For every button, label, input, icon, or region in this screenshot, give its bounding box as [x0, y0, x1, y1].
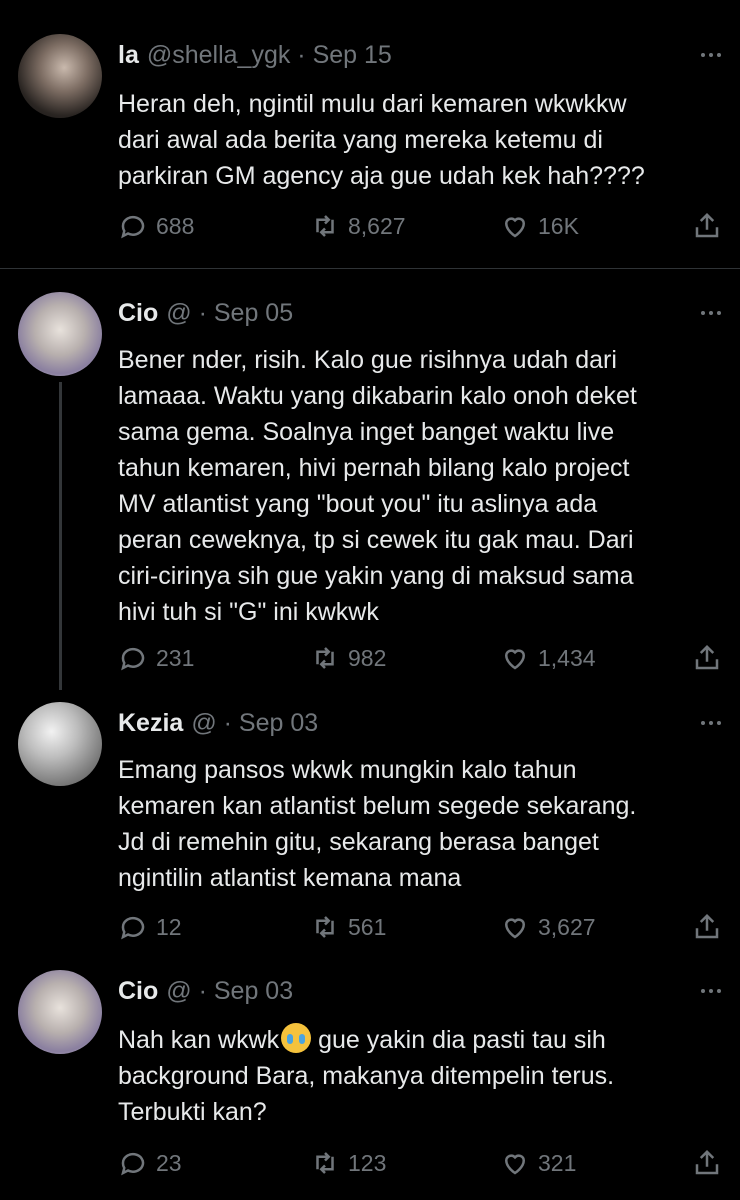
tweet-text: Emang pansos wkwk mungkin kalo tahun kem…	[118, 756, 637, 892]
like-count: 3,627	[538, 913, 596, 940]
tweet-text: Nah kan wkwk gue yakin dia pasti tau sih…	[118, 1022, 718, 1130]
share-button[interactable]	[692, 910, 722, 944]
retweet-count: 561	[348, 913, 387, 940]
tweet-text: Heran deh, ngintil mulu dari kemaren wkw…	[118, 90, 645, 190]
share-button[interactable]	[692, 209, 722, 243]
retweet-button[interactable]: 8,627	[310, 209, 406, 243]
share-icon	[695, 913, 719, 939]
retweet-icon	[316, 647, 334, 669]
like-count: 1,434	[538, 644, 596, 671]
share-icon	[695, 644, 719, 670]
like-count: 16K	[538, 212, 579, 239]
author-handle-date: @ · Sep 05	[166, 299, 294, 327]
retweet-count: 982	[348, 644, 387, 671]
avatar[interactable]	[18, 34, 102, 118]
heart-icon	[504, 217, 526, 238]
share-button[interactable]	[692, 641, 722, 675]
author-name[interactable]: Kezia	[118, 705, 183, 741]
share-icon	[695, 212, 719, 238]
reply-count: 23	[156, 1149, 182, 1176]
author-name[interactable]: Cio	[118, 295, 158, 331]
reply-button[interactable]: 688	[118, 209, 194, 243]
tweet[interactable]: la @shella_ygk · Sep 15 Heran deh, ngint…	[0, 0, 740, 268]
reply-count: 12	[156, 913, 182, 940]
reply-icon	[121, 647, 145, 671]
author-name[interactable]: Cio	[118, 973, 158, 1009]
tweet-text-part: Nah kan wkwk	[118, 1026, 280, 1054]
crying-face-emoji-icon	[281, 1023, 312, 1053]
heart-icon	[504, 649, 526, 670]
retweet-icon	[316, 916, 334, 938]
like-count: 321	[538, 1149, 577, 1176]
reply-button[interactable]: 23	[118, 1146, 182, 1180]
retweet-icon	[316, 215, 334, 237]
avatar[interactable]	[18, 702, 102, 786]
more-icon[interactable]	[698, 303, 724, 323]
share-icon	[695, 1149, 719, 1175]
like-button[interactable]: 321	[500, 1146, 576, 1180]
reply-button[interactable]: 12	[118, 910, 182, 944]
more-icon[interactable]	[698, 45, 724, 65]
reply-icon	[121, 916, 145, 940]
retweet-button[interactable]: 982	[310, 641, 386, 675]
retweet-icon	[316, 1152, 334, 1174]
reply-count: 688	[156, 212, 195, 239]
tweet[interactable]: Kezia @ · Sep 03 Emang pansos wkwk mungk…	[0, 698, 740, 962]
heart-icon	[504, 918, 526, 939]
more-icon[interactable]	[698, 713, 724, 733]
like-button[interactable]: 3,627	[500, 910, 596, 944]
author-handle-date: @shella_ygk · Sep 15	[146, 41, 392, 69]
avatar[interactable]	[18, 970, 102, 1054]
retweet-button[interactable]: 123	[310, 1146, 386, 1180]
more-icon[interactable]	[698, 981, 724, 1001]
retweet-count: 123	[348, 1149, 387, 1176]
retweet-count: 8,627	[348, 212, 406, 239]
author-name[interactable]: la	[118, 37, 139, 73]
tweet[interactable]: Cio @ · Sep 03 Nah kan wkwk gue yakin di…	[0, 962, 740, 1200]
tweet[interactable]: Cio @ · Sep 05 Bener nder, risih. Kalo g…	[0, 268, 740, 698]
heart-icon	[504, 1154, 526, 1175]
reply-icon	[121, 215, 145, 239]
tweet-text: Bener nder, risih. Kalo gue risihnya uda…	[118, 346, 637, 626]
author-handle-date: @ · Sep 03	[166, 977, 294, 1005]
reply-count: 231	[156, 644, 195, 671]
like-button[interactable]: 16K	[500, 209, 579, 243]
retweet-button[interactable]: 561	[310, 910, 386, 944]
share-button[interactable]	[692, 1146, 722, 1180]
reply-icon	[121, 1152, 145, 1176]
author-handle-date: @ · Sep 03	[191, 709, 319, 737]
reply-button[interactable]: 231	[118, 641, 194, 675]
avatar[interactable]	[18, 292, 102, 376]
like-button[interactable]: 1,434	[500, 641, 596, 675]
